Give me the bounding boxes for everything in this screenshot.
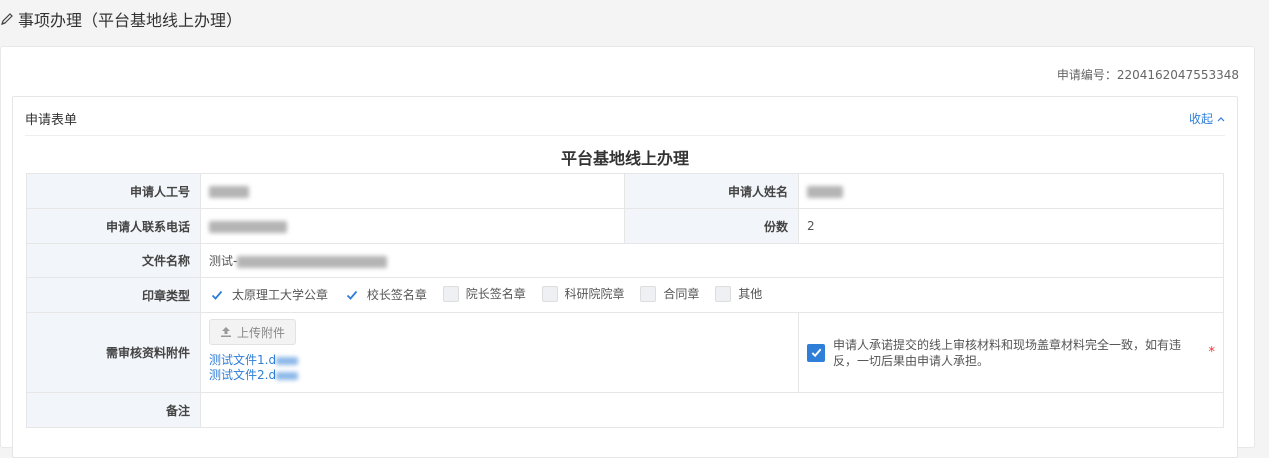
employee-name-value (798, 173, 1224, 209)
collapse-label: 收起 (1188, 112, 1213, 126)
checkbox-checked[interactable] (807, 343, 825, 362)
seal-option-research[interactable]: 科研院院章 (541, 285, 625, 302)
table-row: 申请人联系电话 份数 2 (26, 208, 1224, 244)
employee-name-label: 申请人姓名 (624, 173, 799, 209)
redacted-text (276, 371, 299, 380)
checkbox-unchecked[interactable] (640, 285, 657, 302)
redacted-text (209, 185, 249, 198)
redacted-text (807, 185, 843, 198)
checkbox-unchecked[interactable] (541, 285, 558, 302)
promise-cell: 申请人承诺提交的线上审核材料和现场盖章材料完全一致，如有违反，一切后果由申请人承… (798, 312, 1224, 393)
copies-label: 份数 (624, 208, 799, 244)
application-number-value: 2204162047553348 (1116, 68, 1239, 82)
employee-id-value (200, 173, 625, 209)
phone-value (200, 208, 625, 244)
checkbox-checked[interactable] (343, 286, 360, 303)
card-title: 申请表单 (25, 113, 78, 128)
seal-option-label: 其他 (738, 287, 763, 302)
page-title-text: 事项办理（平台基地线上办理） (18, 11, 243, 30)
application-number-label: 申请编号： (1056, 68, 1117, 82)
filename-prefix: 测试- (209, 254, 238, 268)
promise-checkbox[interactable]: 申请人承诺提交的线上审核材料和现场盖章材料完全一致，如有违反，一切后果由申请人承… (807, 337, 1215, 369)
redacted-text (276, 356, 299, 365)
table-row: 申请人工号 申请人姓名 (26, 173, 1224, 209)
attachments-label: 需审核资料附件 (26, 312, 201, 393)
chevron-up-icon (1217, 116, 1225, 121)
form-title: 平台基地线上办理 (560, 149, 689, 168)
file-link-name: 测试文件1.d (209, 353, 277, 367)
form-table: 申请人工号 申请人姓名 申请人联系电话 份数 2 文件名称 测试- 印章类型 太… (26, 173, 1224, 428)
attachments-cell: 上传附件 测试文件1.d 测试文件2.d (200, 312, 799, 393)
seal-option-university[interactable]: 太原理工大学公章 (209, 286, 328, 303)
seal-option-president[interactable]: 校长签名章 (343, 286, 427, 303)
copies-value: 2 (798, 208, 1224, 244)
file-link[interactable]: 测试文件1.d (209, 353, 790, 368)
table-row: 文件名称 测试- (26, 243, 1224, 278)
table-row: 印章类型 太原理工大学公章 校长签名章 院长签名章 科研院院章 合同章 其他 (26, 277, 1224, 313)
seal-option-contract[interactable]: 合同章 (640, 285, 699, 302)
application-form-card: 申请表单 收起 平台基地线上办理 申请人工号 申请人姓名 申请人联系电话 份数 … (12, 96, 1238, 458)
seal-option-label: 合同章 (663, 287, 700, 302)
redacted-text (237, 255, 388, 268)
seal-option-label: 科研院院章 (564, 287, 625, 302)
seal-option-label: 校长签名章 (366, 288, 427, 303)
seal-option-label: 太原理工大学公章 (232, 288, 329, 303)
filename-label: 文件名称 (26, 243, 201, 278)
upload-attachment-button[interactable]: 上传附件 (209, 319, 297, 345)
required-mark: * (1208, 345, 1216, 360)
collapse-button[interactable]: 收起 (1189, 110, 1225, 127)
card-header: 申请表单 收起 (25, 97, 1225, 136)
checkbox-unchecked[interactable] (715, 285, 732, 302)
phone-label: 申请人联系电话 (26, 208, 201, 244)
check-icon (211, 290, 223, 300)
file-list: 测试文件1.d 测试文件2.d (209, 353, 790, 383)
upload-label: 上传附件 (237, 325, 286, 340)
checkbox-unchecked[interactable] (442, 285, 459, 302)
redacted-text (209, 220, 287, 233)
seal-option-label: 院长签名章 (465, 287, 526, 302)
check-icon (811, 348, 821, 358)
main-panel: 申请编号：2204162047553348 申请表单 收起 平台基地线上办理 申… (0, 46, 1255, 458)
remarks-value[interactable] (200, 392, 1224, 428)
seal-option-dean[interactable]: 院长签名章 (442, 285, 526, 302)
checkbox-checked[interactable] (209, 286, 225, 303)
page-title: 事项办理（平台基地线上办理） (0, 8, 242, 30)
seal-type-label: 印章类型 (26, 277, 201, 313)
employee-id-label: 申请人工号 (26, 173, 201, 209)
application-number: 申请编号：2204162047553348 (1057, 66, 1239, 83)
table-row: 备注 (26, 392, 1224, 428)
promise-text: 申请人承诺提交的线上审核材料和现场盖章材料完全一致，如有违反，一切后果由申请人承… (833, 337, 1182, 368)
upload-icon (221, 327, 231, 337)
file-link-name: 测试文件2.d (209, 368, 277, 382)
table-row: 需审核资料附件 上传附件 测试文件1.d 测试文件2.d 申请人承诺提交的线上审… (26, 312, 1224, 393)
file-link[interactable]: 测试文件2.d (209, 368, 790, 383)
edit-icon (1, 13, 13, 25)
check-icon (346, 290, 358, 300)
filename-value: 测试- (200, 243, 1224, 278)
seal-type-options: 太原理工大学公章 校长签名章 院长签名章 科研院院章 合同章 其他 (200, 277, 1224, 313)
remarks-label: 备注 (26, 392, 201, 428)
seal-option-other[interactable]: 其他 (715, 285, 762, 302)
